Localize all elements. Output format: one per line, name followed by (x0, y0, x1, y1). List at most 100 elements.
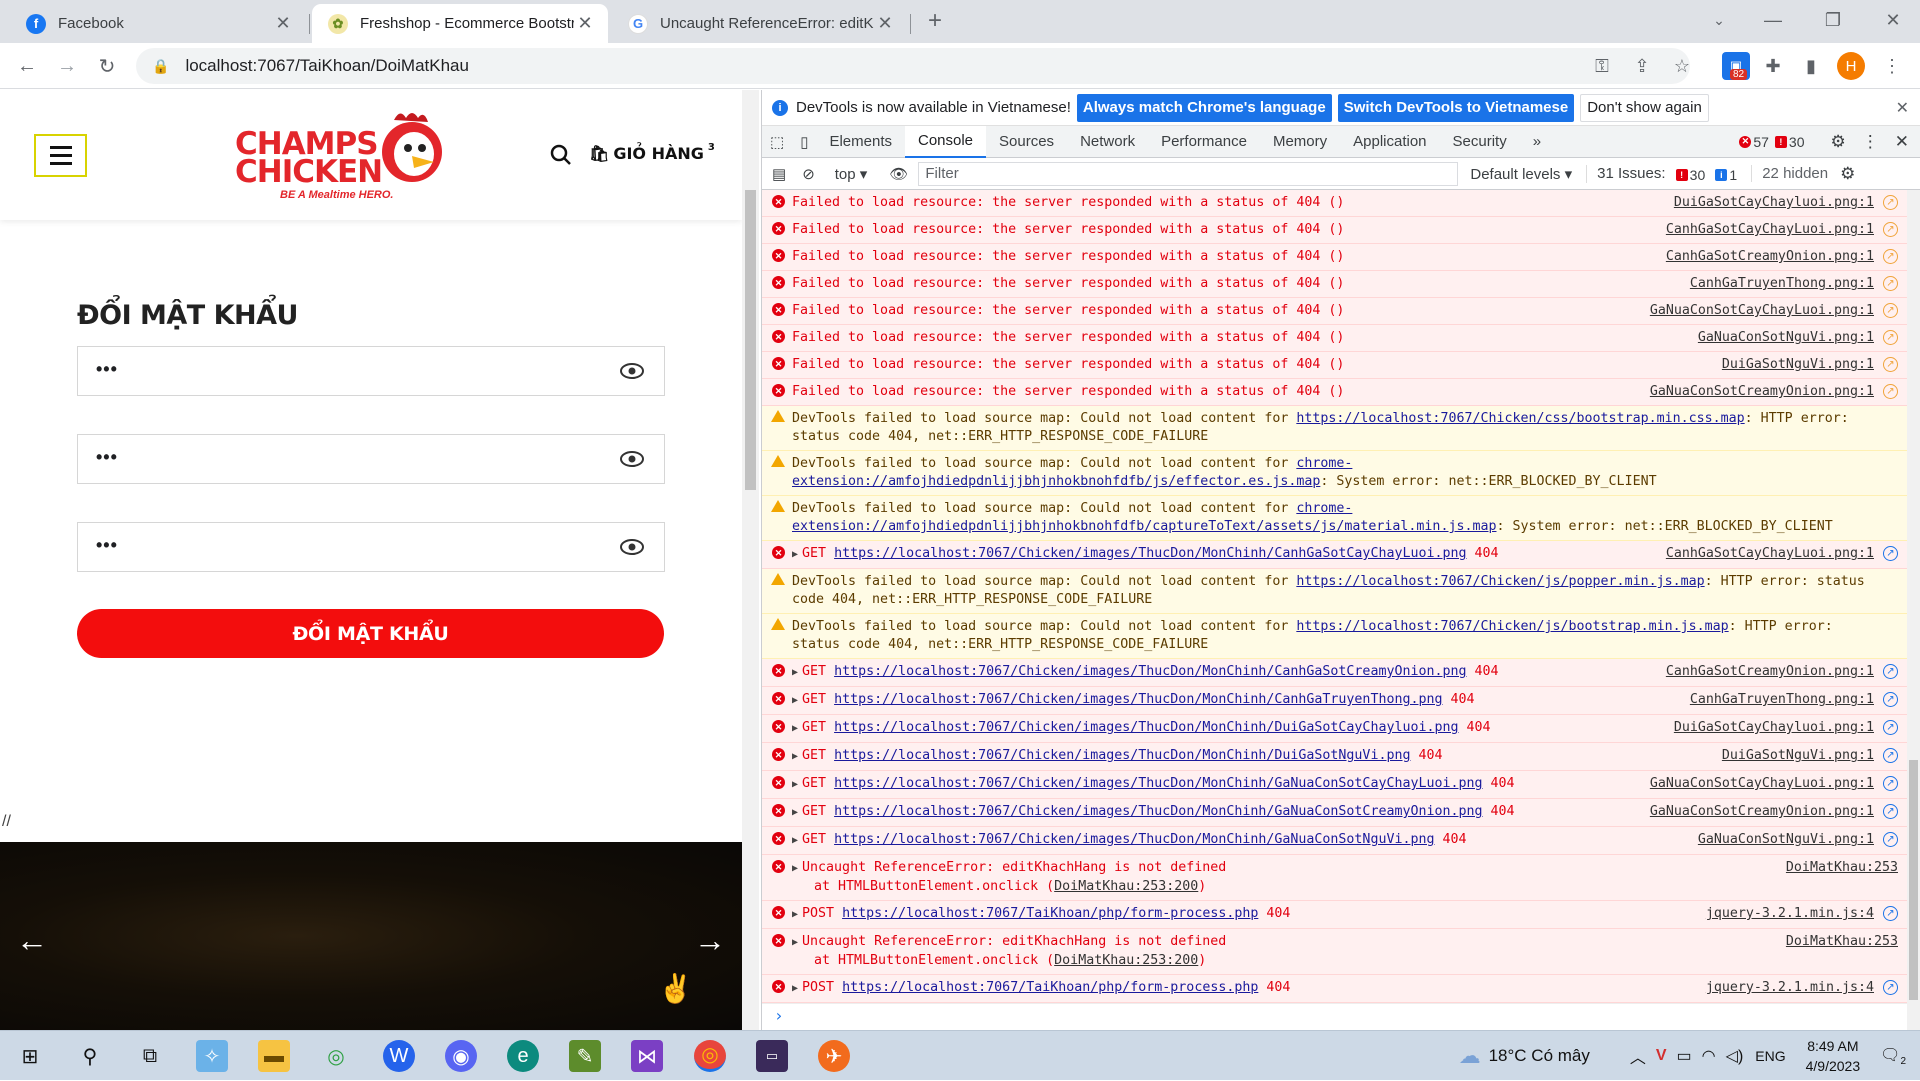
close-tab-icon[interactable]: ✕ (574, 13, 596, 34)
source-location-link[interactable]: CanhGaSotCayChayLuoi.png:1 (1666, 221, 1874, 239)
console-error-row[interactable]: ✕ Failed to load resource: the server res… (762, 244, 1908, 271)
console-scrollbar[interactable] (1907, 190, 1920, 1030)
open-in-network-icon[interactable]: ↗ (1883, 276, 1898, 291)
source-location-link[interactable]: CanhGaTruyenThong.png:1 (1690, 275, 1874, 293)
console-error-row[interactable]: ✕ Failed to load resource: the server res… (762, 352, 1908, 379)
terminal-icon[interactable]: ▭ (756, 1040, 788, 1072)
source-map-link[interactable]: https://localhost:7067/Chicken/css/boots… (1296, 411, 1744, 426)
console-error-row[interactable]: ✕ ▶ Uncaught ReferenceError: editKhachHang… (762, 929, 1908, 975)
console-error-row[interactable]: ✕ ▶ Uncaught ReferenceError: editKhachHang… (762, 855, 1908, 901)
issues-counter[interactable]: 31 Issues: ! 30 i1 (1586, 164, 1737, 183)
menu-icon[interactable]: ⋮ (1878, 52, 1906, 80)
new-password-field[interactable]: ••• (77, 434, 665, 484)
console-error-row[interactable]: ✕ ▶ GET https://localhost:7067/Chicken/ima… (762, 771, 1908, 799)
request-url-link[interactable]: https://localhost:7067/Chicken/images/Th… (834, 720, 1458, 735)
expand-triangle-icon[interactable]: ▶ (792, 667, 798, 678)
tray-app-icon[interactable]: V (1656, 1047, 1667, 1065)
clear-console-icon[interactable]: ⊘ (802, 165, 815, 183)
open-in-network-icon[interactable]: ↗ (1883, 664, 1898, 679)
console-warning-row[interactable]: DevTools failed to load source map: Coul… (762, 614, 1908, 659)
arrow-left-icon[interactable]: ← (16, 922, 48, 959)
wifi-icon[interactable]: ◠ (1702, 1046, 1716, 1066)
change-password-button[interactable]: ĐỔI MẬT KHẨU (77, 609, 664, 658)
request-url-link[interactable]: https://localhost:7067/Chicken/images/Th… (834, 692, 1442, 707)
console-error-row[interactable]: ✕ ▶ GET https://localhost:7067/Chicken/ima… (762, 715, 1908, 743)
tab-elements[interactable]: Elements (816, 126, 905, 158)
console-error-row[interactable]: ✕ ▶ GET https://localhost:7067/Chicken/ima… (762, 827, 1908, 855)
stack-location-link[interactable]: DoiMatKhau:253:200 (1054, 879, 1198, 894)
tab-freshshop[interactable]: ✿ Freshshop - Ecommerce Bootstra ✕ (312, 4, 608, 43)
source-location-link[interactable]: GaNuaConSotNguVi.png:1 (1698, 329, 1874, 347)
cart-link[interactable]: 🛍 GIỎ HÀNG 3 (589, 142, 715, 163)
tool-app-icon[interactable]: ✎ (569, 1040, 601, 1072)
side-panel-icon[interactable]: ▮ (1797, 52, 1825, 80)
share-icon[interactable]: ⇪ (1628, 52, 1656, 80)
warning-count-badge[interactable]: ! 30 (1774, 134, 1805, 150)
key-icon[interactable]: ⚿ (1588, 52, 1616, 80)
request-url-link[interactable]: https://localhost:7067/Chicken/images/Th… (834, 748, 1410, 763)
open-in-network-icon[interactable]: ↗ (1883, 357, 1898, 372)
inspect-element-icon[interactable]: ⬚ (762, 126, 792, 158)
tab-memory[interactable]: Memory (1260, 126, 1340, 158)
close-banner-icon[interactable]: ✕ (1896, 98, 1909, 118)
chrome-icon[interactable]: ◎ (694, 1040, 726, 1072)
dont-show-again-button[interactable]: Don't show again (1580, 93, 1709, 122)
tab-uncaught-error[interactable]: G Uncaught ReferenceError: editKh ✕ (612, 4, 908, 43)
source-map-link[interactable]: https://localhost:7067/Chicken/js/bootst… (1296, 619, 1728, 634)
battery-icon[interactable]: ▭ (1677, 1046, 1692, 1066)
source-location-link[interactable]: GaNuaConSotCreamyOnion.png:1 (1650, 803, 1874, 821)
source-location-link[interactable]: GaNuaConSotNguVi.png:1 (1698, 831, 1874, 849)
hamburger-menu-button[interactable] (34, 134, 87, 177)
arrow-right-icon[interactable]: → (694, 922, 726, 959)
open-in-network-icon[interactable]: ↗ (1883, 776, 1898, 791)
open-in-network-icon[interactable]: ↗ (1883, 980, 1898, 995)
address-bar[interactable]: 🔒 localhost:7067/TaiKhoan/DoiMatKhau (136, 48, 1690, 84)
page-scrollbar[interactable] (742, 90, 759, 1030)
tab-sources[interactable]: Sources (986, 126, 1067, 158)
tab-console[interactable]: Console (904, 125, 987, 158)
more-tabs-icon[interactable]: » (1520, 126, 1554, 158)
open-in-network-icon[interactable]: ↗ (1883, 906, 1898, 921)
new-tab-icon[interactable]: + (918, 4, 952, 38)
console-warning-row[interactable]: DevTools failed to load source map: Coul… (762, 451, 1908, 496)
device-toolbar-icon[interactable]: ▯ (792, 126, 816, 158)
tab-network[interactable]: Network (1067, 126, 1148, 158)
current-password-field[interactable]: ••• (77, 346, 665, 396)
open-in-network-icon[interactable]: ↗ (1883, 692, 1898, 707)
always-match-language-button[interactable]: Always match Chrome's language (1076, 93, 1332, 122)
close-tab-icon[interactable]: ✕ (272, 13, 294, 34)
eye-icon[interactable] (620, 449, 644, 469)
open-in-network-icon[interactable]: ↗ (1883, 195, 1898, 210)
source-location-link[interactable]: GaNuaConSotCreamyOnion.png:1 (1650, 383, 1874, 401)
tab-application[interactable]: Application (1340, 126, 1439, 158)
open-in-network-icon[interactable]: ↗ (1883, 222, 1898, 237)
console-error-row[interactable]: ✕ Failed to load resource: the server res… (762, 379, 1908, 406)
open-in-network-icon[interactable]: ↗ (1883, 804, 1898, 819)
puzzle-icon[interactable]: ✚ (1759, 52, 1787, 80)
eye-icon[interactable] (620, 361, 644, 381)
tab-facebook[interactable]: f Facebook ✕ (10, 4, 306, 43)
sidebar-toggle-icon[interactable]: ▤ (772, 165, 786, 183)
console-error-row[interactable]: ✕ ▶ POST https://localhost:7067/TaiKhoan/p… (762, 901, 1908, 929)
request-url-link[interactable]: https://localhost:7067/Chicken/images/Th… (834, 664, 1466, 679)
confirm-password-field[interactable]: ••• (77, 522, 665, 572)
source-location-link[interactable]: jquery-3.2.1.min.js:4 (1706, 905, 1874, 923)
source-location-link[interactable]: CanhGaSotCayChayLuoi.png:1 (1666, 545, 1874, 563)
source-location-link[interactable]: jquery-3.2.1.min.js:4 (1706, 979, 1874, 997)
expand-triangle-icon[interactable]: ▶ (792, 909, 798, 920)
source-location-link[interactable]: DoiMatKhau:253 (1786, 859, 1898, 877)
source-map-link[interactable]: https://localhost:7067/Chicken/js/popper… (1296, 574, 1704, 589)
live-expression-eye-icon[interactable]: 👁 (889, 165, 908, 183)
open-in-network-icon[interactable]: ↗ (1883, 546, 1898, 561)
console-error-row[interactable]: ✕ Failed to load resource: the server res… (762, 190, 1908, 217)
profile-avatar[interactable]: H (1837, 52, 1865, 80)
search-icon[interactable]: ⚲ (74, 1040, 106, 1072)
console-error-row[interactable]: ✕ Failed to load resource: the server res… (762, 325, 1908, 352)
console-error-row[interactable]: ✕ ▶ POST https://localhost:7067/TaiKhoan/p… (762, 975, 1908, 1003)
request-url-link[interactable]: https://localhost:7067/Chicken/images/Th… (834, 804, 1482, 819)
request-url-link[interactable]: https://localhost:7067/Chicken/images/Th… (834, 546, 1466, 561)
settings-gear-icon[interactable]: ⚙ (1831, 132, 1846, 152)
close-tab-icon[interactable]: ✕ (874, 13, 896, 34)
close-devtools-icon[interactable]: ✕ (1895, 132, 1909, 152)
console-prompt[interactable]: › (762, 1003, 1908, 1029)
